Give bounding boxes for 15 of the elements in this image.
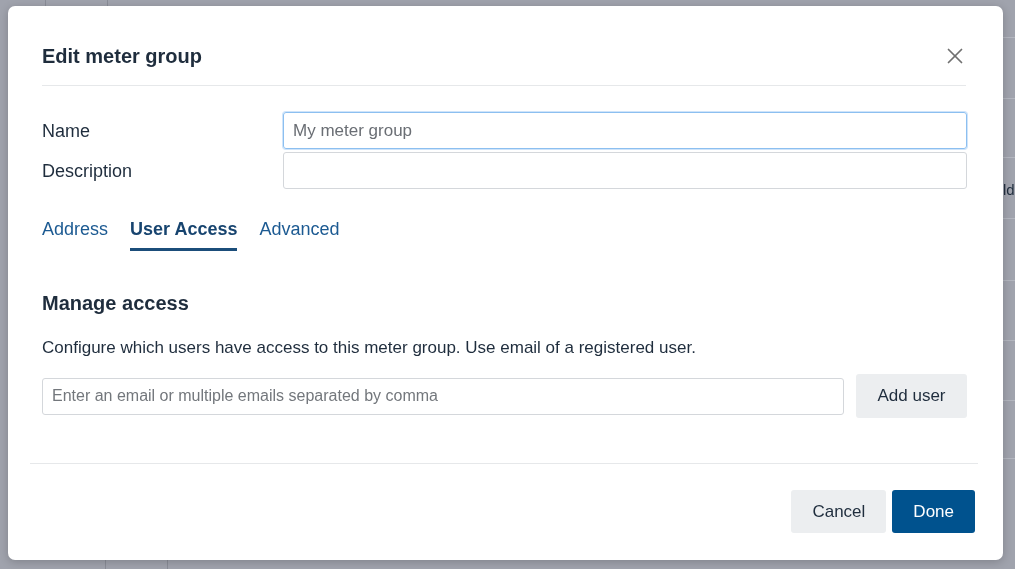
field-label: Description xyxy=(42,159,134,182)
done-button[interactable]: Done xyxy=(892,490,975,533)
background-text: ld xyxy=(1003,181,1015,199)
add-user-button[interactable]: Add user xyxy=(856,374,967,418)
dialog-title: Edit meter group xyxy=(42,44,202,69)
section-heading: Manage access xyxy=(42,291,190,316)
field-label: Name xyxy=(42,119,91,142)
text-input[interactable] xyxy=(283,152,967,189)
email-input[interactable]: Enter an email or multiple emails separated by comma xyxy=(42,377,844,415)
text-input[interactable]: My meter group xyxy=(283,112,967,149)
tab[interactable]: User Access xyxy=(130,218,238,251)
cancel-button[interactable]: Cancel xyxy=(791,490,887,533)
section-description: Configure which users have access to this meter group. Use email of a registered user. xyxy=(42,337,697,359)
tab[interactable]: Advanced xyxy=(259,218,340,251)
tab[interactable]: Address xyxy=(42,218,109,251)
